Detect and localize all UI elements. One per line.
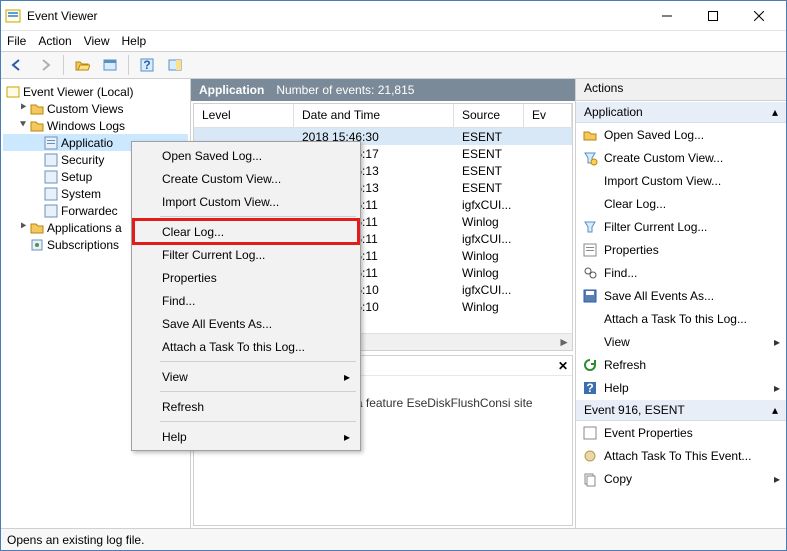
actions-panel: Actions Application▴ Open Saved Log... C… [576, 79, 786, 528]
ctx-view[interactable]: View▸ [134, 365, 358, 388]
title-bar: Event Viewer [1, 1, 786, 31]
action-event-properties[interactable]: Event Properties [576, 421, 786, 444]
action-find[interactable]: Find... [576, 261, 786, 284]
ctx-create-custom[interactable]: Create Custom View... [134, 167, 358, 190]
actions-section-application[interactable]: Application▴ [576, 101, 786, 123]
menu-help[interactable]: Help [122, 34, 147, 48]
ctx-save-all[interactable]: Save All Events As... [134, 312, 358, 335]
action-help[interactable]: ?Help▸ [576, 376, 786, 399]
maximize-button[interactable] [690, 1, 736, 31]
help-icon[interactable]: ? [135, 54, 159, 76]
action-import-custom[interactable]: Import Custom View... [576, 169, 786, 192]
collapse-icon: ▴ [772, 403, 778, 417]
action-filter[interactable]: Filter Current Log... [576, 215, 786, 238]
menu-bar: File Action View Help [1, 31, 786, 51]
actions-section-event[interactable]: Event 916, ESENT▴ [576, 399, 786, 421]
action-properties[interactable]: Properties [576, 238, 786, 261]
toolbar: ? [1, 51, 786, 79]
action-attach-task[interactable]: Attach a Task To this Log... [576, 307, 786, 330]
action-refresh[interactable]: Refresh [576, 353, 786, 376]
tree-root[interactable]: Event Viewer (Local) [3, 83, 188, 100]
panel-header: Application Number of events: 21,815 [191, 79, 575, 101]
panel-title: Application [199, 83, 264, 97]
context-menu: Open Saved Log... Create Custom View... … [131, 141, 361, 451]
ctx-refresh[interactable]: Refresh [134, 395, 358, 418]
submenu-arrow-icon: ▸ [774, 472, 780, 486]
col-source[interactable]: Source [454, 104, 524, 127]
actions-title: Actions [576, 79, 786, 101]
action-clear-log[interactable]: Clear Log... [576, 192, 786, 215]
action-create-custom[interactable]: Create Custom View... [576, 146, 786, 169]
menu-view[interactable]: View [84, 34, 110, 48]
submenu-arrow-icon: ▸ [774, 381, 780, 395]
action-copy[interactable]: Copy▸ [576, 467, 786, 490]
ctx-open-saved[interactable]: Open Saved Log... [134, 144, 358, 167]
grid-header: Level Date and Time Source Ev [194, 104, 572, 128]
col-date[interactable]: Date and Time [294, 104, 454, 127]
status-bar: Opens an existing log file. [1, 528, 786, 550]
submenu-arrow-icon: ▸ [344, 430, 350, 444]
ctx-import-custom[interactable]: Import Custom View... [134, 190, 358, 213]
ctx-attach-task[interactable]: Attach a Task To this Log... [134, 335, 358, 358]
svg-text:?: ? [143, 58, 150, 72]
submenu-arrow-icon: ▸ [344, 370, 350, 384]
ctx-help[interactable]: Help▸ [134, 425, 358, 448]
collapse-icon: ▴ [772, 105, 778, 119]
tree-custom-views[interactable]: ⯈Custom Views [3, 100, 188, 117]
ctx-properties[interactable]: Properties [134, 266, 358, 289]
panel-icon[interactable] [98, 54, 122, 76]
action-view[interactable]: View▸ [576, 330, 786, 353]
detail-close-icon[interactable]: ✕ [558, 359, 568, 373]
col-level[interactable]: Level [194, 104, 294, 127]
open-icon[interactable] [70, 54, 94, 76]
action-open-saved[interactable]: Open Saved Log... [576, 123, 786, 146]
action-save-all[interactable]: Save All Events As... [576, 284, 786, 307]
ctx-find[interactable]: Find... [134, 289, 358, 312]
close-button[interactable] [736, 1, 782, 31]
back-button[interactable] [5, 54, 29, 76]
col-eventid[interactable]: Ev [524, 104, 572, 127]
event-count: Number of events: 21,815 [276, 83, 414, 97]
submenu-arrow-icon: ▸ [774, 335, 780, 349]
app-icon [5, 8, 21, 24]
tree-windows-logs[interactable]: ⯆Windows Logs [3, 117, 188, 134]
svg-text:?: ? [586, 381, 593, 395]
menu-file[interactable]: File [7, 34, 26, 48]
ctx-filter[interactable]: Filter Current Log... [134, 243, 358, 266]
menu-action[interactable]: Action [38, 34, 71, 48]
window-title: Event Viewer [27, 9, 644, 23]
panel2-icon[interactable] [163, 54, 187, 76]
action-attach-event[interactable]: Attach Task To This Event... [576, 444, 786, 467]
forward-button[interactable] [33, 54, 57, 76]
minimize-button[interactable] [644, 1, 690, 31]
ctx-clear-log[interactable]: Clear Log... [134, 220, 358, 243]
